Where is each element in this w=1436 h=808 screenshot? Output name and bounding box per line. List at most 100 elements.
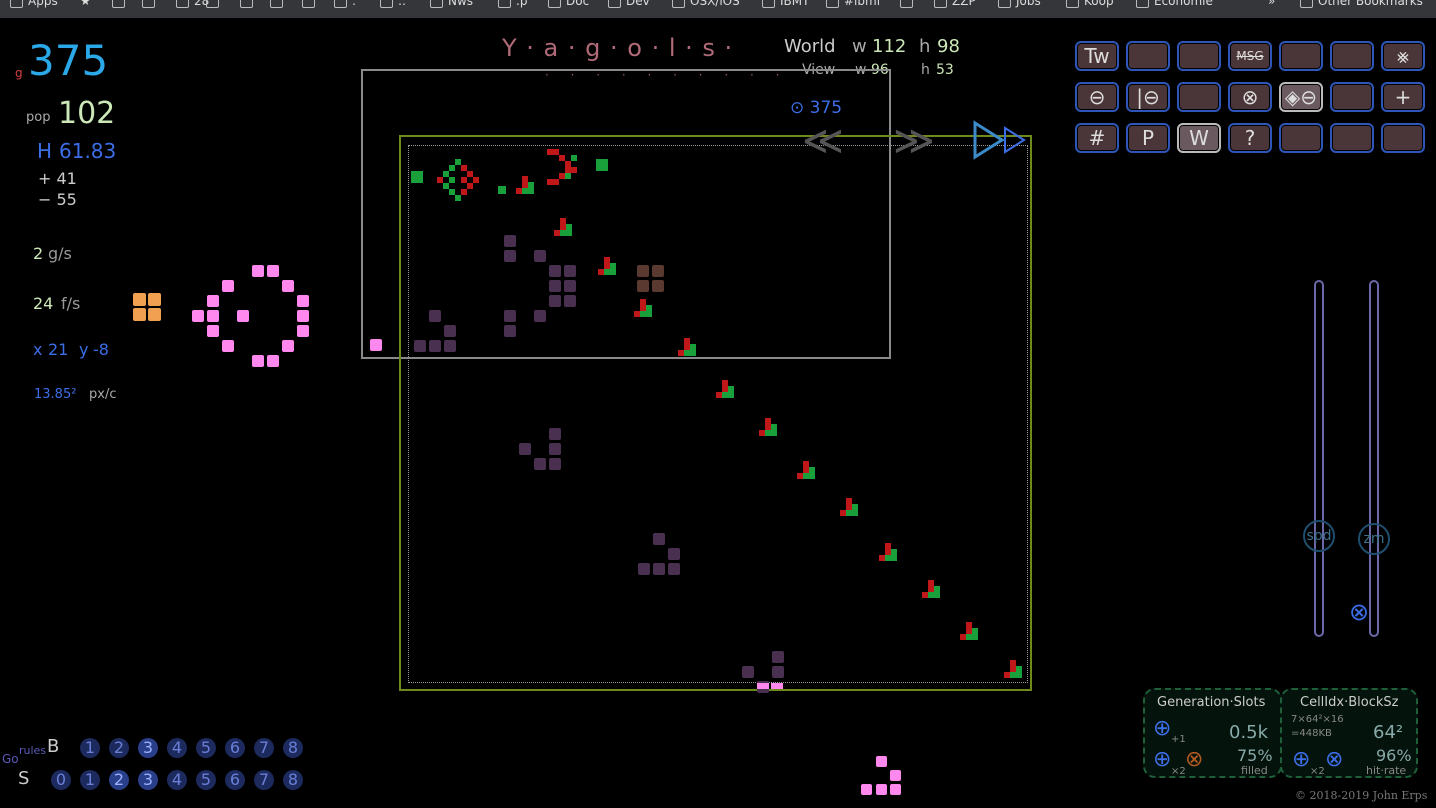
gen-plus-small: +1: [1171, 734, 1186, 745]
birth-rule-digits: 12345678: [71, 738, 303, 758]
cell: [803, 467, 809, 473]
cell: [840, 510, 846, 516]
survive-rule-digit[interactable]: 0: [51, 770, 71, 790]
pink-cell: [771, 683, 783, 689]
birth-rule-digit[interactable]: 6: [225, 738, 245, 758]
birth-rule-digit[interactable]: 5: [196, 738, 216, 758]
cell-idx-dims: 7×64²×16: [1291, 714, 1344, 725]
cell: [771, 424, 777, 430]
cell: [467, 183, 473, 189]
cell: [640, 299, 646, 305]
tool-button-11[interactable]: ⊗: [1228, 82, 1272, 112]
clear-slots-icon[interactable]: ⊗: [1185, 747, 1203, 772]
birth-rule-digit[interactable]: 2: [109, 738, 129, 758]
cell: [803, 461, 809, 467]
cell: [846, 504, 852, 510]
cell: [553, 179, 559, 185]
survive-rule-digit[interactable]: 2: [109, 770, 129, 790]
tool-button-2[interactable]: [1126, 41, 1170, 71]
tool-button-17[interactable]: W: [1177, 123, 1221, 153]
survive-rule-digit[interactable]: 5: [196, 770, 216, 790]
birth-rule-digit[interactable]: 4: [167, 738, 187, 758]
tool-button-21[interactable]: [1381, 123, 1425, 153]
cell: [411, 171, 423, 183]
dead-cell: [549, 428, 561, 440]
reset-zoom-icon[interactable]: ⊗: [1349, 598, 1369, 626]
cell: [467, 171, 473, 177]
birth-rule-digit[interactable]: 7: [254, 738, 274, 758]
tool-button-4[interactable]: MSG: [1228, 41, 1272, 71]
tool-button-6[interactable]: [1330, 41, 1374, 71]
cell: [604, 263, 610, 269]
survive-rule-digit[interactable]: 8: [283, 770, 303, 790]
dead-cell: [564, 265, 576, 277]
cell: [443, 183, 449, 189]
tool-button-1[interactable]: Tw: [1075, 41, 1119, 71]
cell: [684, 344, 690, 350]
cell-idx-pct: 96%: [1376, 746, 1412, 765]
pink-l-pattern-icon[interactable]: [858, 754, 906, 800]
cell-grid[interactable]: [0, 0, 1436, 808]
dead-cell: [652, 280, 664, 292]
speed-knob[interactable]: spd: [1303, 520, 1335, 552]
cell: [803, 473, 809, 479]
cell: [678, 350, 684, 356]
survive-rule-digit[interactable]: 6: [225, 770, 245, 790]
cell: [1016, 666, 1022, 672]
tool-button-20[interactable]: [1330, 123, 1374, 153]
cell: [928, 592, 934, 598]
survive-rule-digit[interactable]: 7: [254, 770, 274, 790]
cell: [728, 392, 734, 398]
cell: [684, 350, 690, 356]
tool-button-19[interactable]: [1279, 123, 1323, 153]
tool-button-10[interactable]: [1177, 82, 1221, 112]
tool-button-5[interactable]: [1279, 41, 1323, 71]
tool-button-3[interactable]: [1177, 41, 1221, 71]
dead-cell: [549, 458, 561, 470]
cell: [553, 149, 559, 155]
dead-cell: [429, 340, 441, 352]
cell: [610, 263, 616, 269]
double-blocks-icon[interactable]: ⊕: [1292, 747, 1310, 772]
gen-slots-value: 0.5k: [1229, 722, 1269, 743]
clear-blocks-icon[interactable]: ⊗: [1325, 747, 1343, 772]
birth-rule-digit[interactable]: 8: [283, 738, 303, 758]
cell: [610, 269, 616, 275]
cell: [1016, 672, 1022, 678]
cell: [547, 179, 553, 185]
speed-slider[interactable]: [1314, 280, 1324, 637]
cell: [566, 230, 572, 236]
cell: [765, 430, 771, 436]
survive-rule-digit[interactable]: 1: [80, 770, 100, 790]
zoom-slider[interactable]: [1369, 280, 1379, 637]
cell: [765, 424, 771, 430]
cell: [449, 165, 455, 171]
tool-button-12[interactable]: ◈⊖: [1279, 82, 1323, 112]
tool-button-18[interactable]: ?: [1228, 123, 1272, 153]
survive-rule-digit[interactable]: 4: [167, 770, 187, 790]
cell: [646, 305, 652, 311]
tool-button-16[interactable]: P: [1126, 123, 1170, 153]
tool-button-13[interactable]: [1330, 82, 1374, 112]
cell: [566, 224, 572, 230]
gen-slots-pct-label: filled: [1241, 764, 1268, 777]
birth-rule-digit[interactable]: 3: [138, 738, 158, 758]
cell: [554, 230, 560, 236]
tool-button-15[interactable]: #: [1075, 123, 1119, 153]
tool-button-9[interactable]: |⊖: [1126, 82, 1170, 112]
birth-rule-digit[interactable]: 1: [80, 738, 100, 758]
survive-rule-digit[interactable]: 3: [138, 770, 158, 790]
tool-button-8[interactable]: ⊖: [1075, 82, 1119, 112]
dead-cell: [504, 325, 516, 337]
add-slot-icon[interactable]: ⊕: [1153, 716, 1171, 741]
tool-button-7[interactable]: ⨳: [1381, 41, 1425, 71]
cell: [928, 586, 934, 592]
zoom-knob[interactable]: zm: [1358, 523, 1390, 555]
cell: [560, 230, 566, 236]
cell: [771, 430, 777, 436]
double-slots-icon[interactable]: ⊕: [1153, 747, 1171, 772]
tool-button-14[interactable]: +: [1381, 82, 1425, 112]
cell: [885, 555, 891, 561]
cell: [634, 311, 640, 317]
dead-cell: [668, 548, 680, 560]
